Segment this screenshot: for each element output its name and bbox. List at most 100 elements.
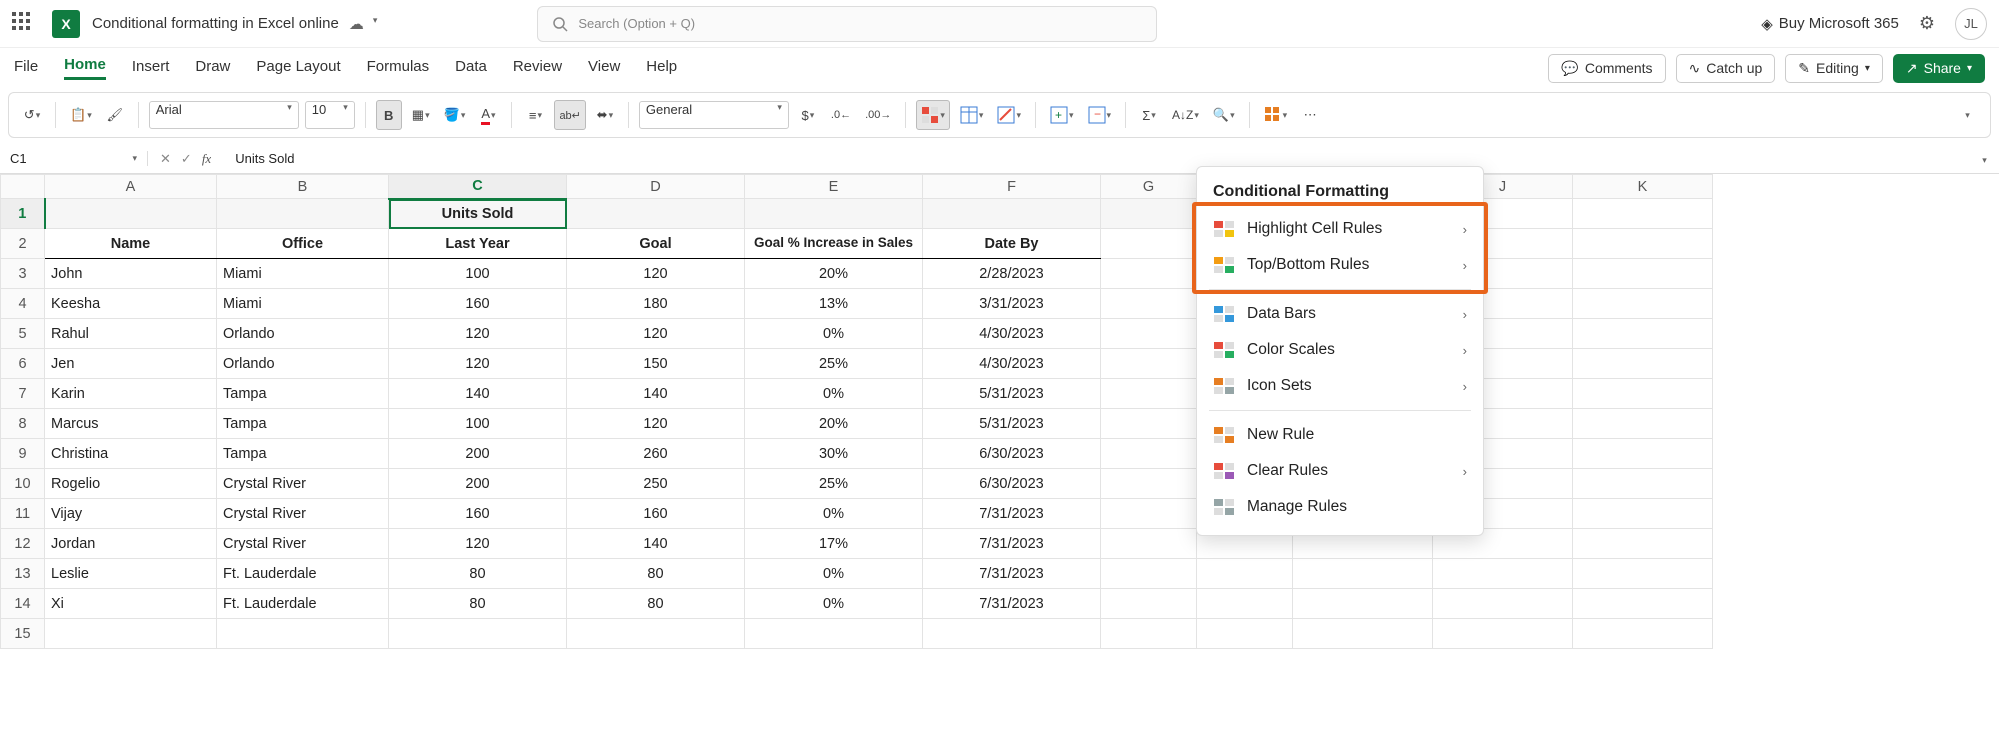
more-options-button[interactable]: ⋯ <box>1297 100 1323 130</box>
cell-f3[interactable]: 2/28/2023 <box>923 259 1101 289</box>
cell-a7[interactable]: Karin <box>45 379 217 409</box>
cell-e5[interactable]: 0% <box>745 319 923 349</box>
cell-e10[interactable]: 25% <box>745 469 923 499</box>
cell-styles-button[interactable]: ▾ <box>993 100 1025 130</box>
cell-g9[interactable] <box>1101 439 1197 469</box>
cell-e15[interactable] <box>745 619 923 649</box>
cell-f1[interactable] <box>923 199 1101 229</box>
cell-g15[interactable] <box>1101 619 1197 649</box>
cell-e14[interactable]: 0% <box>745 589 923 619</box>
cell-k13[interactable] <box>1573 559 1713 589</box>
cell-f14[interactable]: 7/31/2023 <box>923 589 1101 619</box>
increase-decimal-button[interactable]: .00→ <box>861 100 895 130</box>
document-title[interactable]: Conditional formatting in Excel online <box>92 15 339 32</box>
cell-j14[interactable] <box>1433 589 1573 619</box>
cancel-icon[interactable]: ✕ <box>160 151 171 167</box>
insert-cells-button[interactable]: + ▾ <box>1046 100 1078 130</box>
row-header-1[interactable]: 1 <box>1 199 45 229</box>
cell-c15[interactable] <box>389 619 567 649</box>
cell-c3[interactable]: 100 <box>389 259 567 289</box>
formula-bar-expand[interactable]: ▾ <box>1969 151 1999 166</box>
row-header-10[interactable]: 10 <box>1 469 45 499</box>
cell-e6[interactable]: 25% <box>745 349 923 379</box>
cell-a3[interactable]: John <box>45 259 217 289</box>
cell-b6[interactable]: Orlando <box>217 349 389 379</box>
cell-k6[interactable] <box>1573 349 1713 379</box>
cell-k7[interactable] <box>1573 379 1713 409</box>
cell-f15[interactable] <box>923 619 1101 649</box>
row-header-9[interactable]: 9 <box>1 439 45 469</box>
tab-file[interactable]: File <box>14 58 38 79</box>
cell-a14[interactable]: Xi <box>45 589 217 619</box>
col-header-f[interactable]: F <box>923 175 1101 199</box>
cell-a2[interactable]: Name <box>45 229 217 259</box>
col-header-g[interactable]: G <box>1101 175 1197 199</box>
cell-g7[interactable] <box>1101 379 1197 409</box>
row-header-15[interactable]: 15 <box>1 619 45 649</box>
cell-d11[interactable]: 160 <box>567 499 745 529</box>
cell-c4[interactable]: 160 <box>389 289 567 319</box>
cell-f6[interactable]: 4/30/2023 <box>923 349 1101 379</box>
cell-f4[interactable]: 3/31/2023 <box>923 289 1101 319</box>
cell-d7[interactable]: 140 <box>567 379 745 409</box>
fill-color-button[interactable]: 🪣▾ <box>440 100 470 130</box>
cell-d8[interactable]: 120 <box>567 409 745 439</box>
fx-icon[interactable]: fx <box>202 151 211 167</box>
cf-menu-item-data-bars[interactable]: Data Bars› <box>1197 296 1483 332</box>
cell-f9[interactable]: 6/30/2023 <box>923 439 1101 469</box>
tab-home[interactable]: Home <box>64 56 106 80</box>
cell-e2[interactable]: Goal % Increase in Sales <box>745 229 923 259</box>
tab-formulas[interactable]: Formulas <box>367 58 430 79</box>
ribbon-collapse-button[interactable]: ▾ <box>1954 100 1980 130</box>
cell-d1[interactable] <box>567 199 745 229</box>
cell-a10[interactable]: Rogelio <box>45 469 217 499</box>
cell-g5[interactable] <box>1101 319 1197 349</box>
delete-cells-button[interactable]: − ▾ <box>1084 100 1116 130</box>
merge-button[interactable]: ⬌▾ <box>592 100 618 130</box>
decrease-decimal-button[interactable]: .0← <box>827 100 855 130</box>
font-color-button[interactable]: A▾ <box>475 100 501 130</box>
align-button[interactable]: ≡▾ <box>522 100 548 130</box>
row-header-13[interactable]: 13 <box>1 559 45 589</box>
borders-button[interactable]: ▦▾ <box>408 100 434 130</box>
buy-microsoft-365-button[interactable]: ◈ Buy Microsoft 365 <box>1761 15 1899 33</box>
cf-menu-item-clear-rules[interactable]: Clear Rules› <box>1197 453 1483 489</box>
row-header-14[interactable]: 14 <box>1 589 45 619</box>
settings-icon[interactable]: ⚙ <box>1919 13 1935 34</box>
accounting-format-button[interactable]: $▾ <box>795 100 821 130</box>
cell-g3[interactable] <box>1101 259 1197 289</box>
cell-k3[interactable] <box>1573 259 1713 289</box>
cell-b12[interactable]: Crystal River <box>217 529 389 559</box>
cell-k9[interactable] <box>1573 439 1713 469</box>
cell-d3[interactable]: 120 <box>567 259 745 289</box>
cell-a1[interactable] <box>45 199 217 229</box>
cell-k5[interactable] <box>1573 319 1713 349</box>
cell-g14[interactable] <box>1101 589 1197 619</box>
cell-f11[interactable]: 7/31/2023 <box>923 499 1101 529</box>
col-header-d[interactable]: D <box>567 175 745 199</box>
row-header-2[interactable]: 2 <box>1 229 45 259</box>
search-input[interactable]: Search (Option + Q) <box>537 6 1157 42</box>
select-all-corner[interactable] <box>1 175 45 199</box>
cell-b8[interactable]: Tampa <box>217 409 389 439</box>
cell-d15[interactable] <box>567 619 745 649</box>
cell-f10[interactable]: 6/30/2023 <box>923 469 1101 499</box>
cell-d6[interactable]: 150 <box>567 349 745 379</box>
cell-f7[interactable]: 5/31/2023 <box>923 379 1101 409</box>
cell-a11[interactable]: Vijay <box>45 499 217 529</box>
cell-d10[interactable]: 250 <box>567 469 745 499</box>
cell-a5[interactable]: Rahul <box>45 319 217 349</box>
tab-data[interactable]: Data <box>455 58 487 79</box>
cell-c13[interactable]: 80 <box>389 559 567 589</box>
cell-g10[interactable] <box>1101 469 1197 499</box>
cell-i15[interactable] <box>1293 619 1433 649</box>
cell-k4[interactable] <box>1573 289 1713 319</box>
tab-insert[interactable]: Insert <box>132 58 170 79</box>
col-header-c[interactable]: C <box>389 175 567 199</box>
comments-button[interactable]: 💬Comments <box>1548 54 1665 83</box>
row-header-5[interactable]: 5 <box>1 319 45 349</box>
tab-draw[interactable]: Draw <box>195 58 230 79</box>
cell-k12[interactable] <box>1573 529 1713 559</box>
cell-a8[interactable]: Marcus <box>45 409 217 439</box>
cell-f13[interactable]: 7/31/2023 <box>923 559 1101 589</box>
